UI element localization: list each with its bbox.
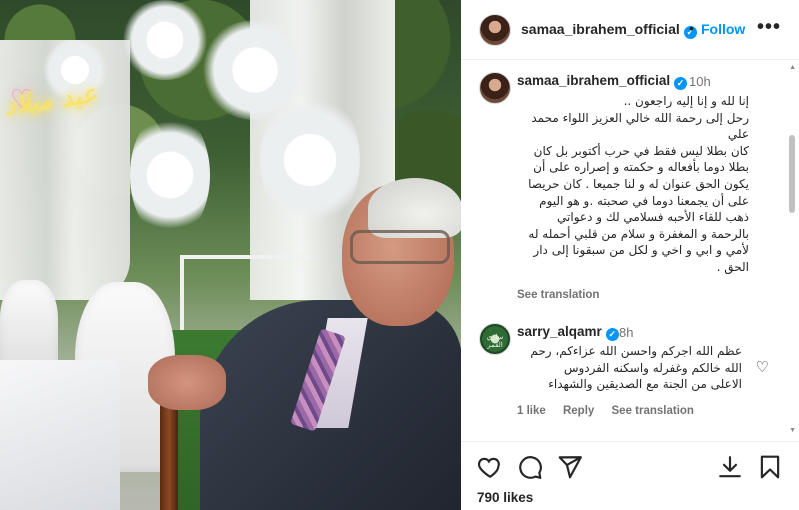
comment-line: الله خالكم وغفرله واسكنه الفردوس [563,360,742,375]
avatar-text: ساري القمر [486,334,504,349]
verified-icon: ✓ [605,328,619,341]
scroll-down-arrow-icon[interactable]: ▼ [789,427,796,434]
comment-username[interactable]: sarry_alqamr ✓ [517,324,619,341]
save-icon[interactable] [757,454,783,480]
more-icon[interactable]: ••• [757,16,781,39]
man-glasses [350,230,450,264]
comment-line: عظم الله اجركم واحسن الله عزاءكم، رحم [530,344,742,358]
post-actions: 790 likes [461,441,799,510]
comment-line: الاعلى من الجنة مع الصديقين والشهداء [548,377,742,392]
caption-time: 10h [689,74,711,89]
caption-username-text[interactable]: samaa_ibrahem_official [517,73,670,88]
verified-icon: ✓ [674,77,688,90]
caption-text: إنا لله و إنا إليه راجعون .. رحل إلى رحم… [517,93,749,276]
scrollbar-thumb[interactable] [789,135,795,213]
caption-line: بطلا دوما بأفعاله و حكمته و إصراره على أ… [533,160,749,175]
comment-meta: 1 like Reply See translation [517,405,708,417]
caption-line: بالرحمة و المغفرة و سلام من قلبي أحمله ل… [528,226,749,241]
comment-time: 8h [619,325,634,340]
separator-dot: • [689,20,694,36]
caption-see-translation[interactable]: See translation [517,289,599,301]
flower-cluster [260,90,360,230]
post-photo[interactable]: ♡ عيد ميلاد [0,0,461,510]
like-count[interactable]: 790 likes [477,490,533,505]
post-side-panel: samaa_ibrahem_official ✓ • Follow ••• sam… [461,0,799,510]
caption-line: ذهب للقاء الأحبه فسلامي لك و دعواتي [557,210,749,225]
download-icon[interactable] [717,454,743,480]
caption-line: الحق . [716,259,749,274]
caption-line: يكون الحق عنوان له و لنا جميعا . كان حري… [528,176,749,191]
comment-icon[interactable] [517,454,543,480]
comment-see-translation[interactable]: See translation [612,405,694,417]
avatar[interactable] [479,72,511,104]
comment-likes[interactable]: 1 like [517,405,546,417]
header-username-text[interactable]: samaa_ibrahem_official [521,21,680,37]
caption-username[interactable]: samaa_ibrahem_official ✓ [517,73,688,90]
caption-line: لأمي و ابي و اخي و لكل من سبقونا إلى دار [533,243,749,258]
caption-line: على أن يجمعنا دوما في صحبته .و هو اليوم [539,193,749,208]
reply-button[interactable]: Reply [563,405,594,417]
flower-cluster [120,0,210,80]
header-username[interactable]: samaa_ibrahem_official ✓ [521,21,697,39]
post-header: samaa_ibrahem_official ✓ • Follow ••• [461,0,799,60]
avatar[interactable] [479,14,511,46]
comments-list[interactable]: samaa_ibrahem_official ✓ 10h إنا لله و إن… [461,61,799,440]
follow-button[interactable]: Follow [701,21,745,37]
scroll-up-arrow-icon[interactable]: ▲ [789,64,796,71]
man-hand [148,355,226,410]
caption-line: إنا لله و إنا إليه راجعون .. [623,94,749,108]
caption-line: علي [727,127,749,142]
comment-username-text[interactable]: sarry_alqamr [517,324,602,339]
comment-text: عظم الله اجركم واحسن الله عزاءكم، رحم ال… [517,343,742,393]
table [0,360,120,510]
heart-icon[interactable] [477,454,503,480]
share-icon[interactable] [557,454,583,480]
walking-cane [160,395,178,510]
man-hair [368,178,461,238]
caption-line: كان بطلا ليس فقط في حرب أكتوبر بل كان [533,143,749,158]
caption-line: رحل إلى رحمة الله خالي العزيز اللواء محم… [531,110,749,125]
comment-like-heart-icon[interactable]: ♡ [756,358,769,376]
